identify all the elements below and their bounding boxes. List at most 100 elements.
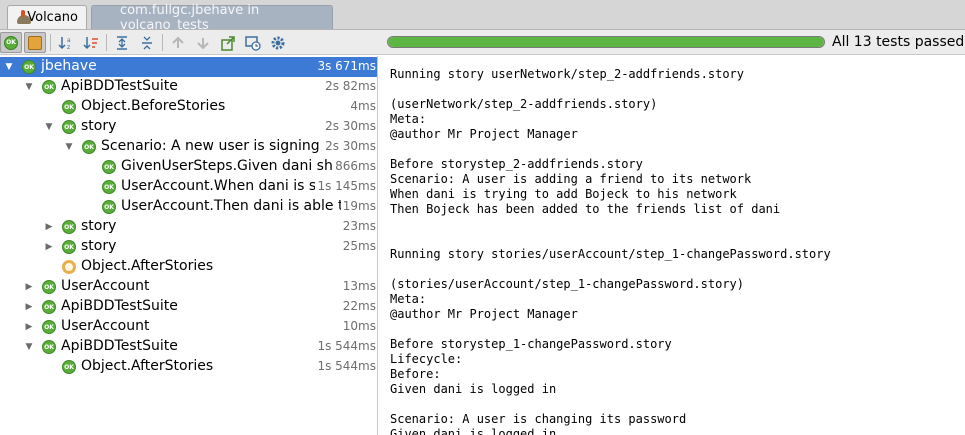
- chevron-right-icon[interactable]: ▶: [44, 217, 54, 237]
- show-passed-button[interactable]: OK: [0, 32, 22, 53]
- tree-row[interactable]: ▼ OK jbehave 3s 671ms: [0, 57, 377, 77]
- console-line: @author Mr Project Manager: [390, 307, 578, 321]
- import-results-button[interactable]: [242, 32, 264, 53]
- tool-window-tab-bar: Volcano com.fullgc.jbehave in volcano_te…: [0, 0, 965, 33]
- test-passed-icon: OK: [42, 80, 56, 94]
- console-line: Given dani is logged in: [390, 427, 557, 435]
- tree-row[interactable]: ▼ OK Scenario: A new user is signing up 2s …: [0, 137, 377, 157]
- tree-row[interactable]: ▶ OK ApiBDDTestSuite 22ms: [0, 297, 377, 317]
- next-failed-button[interactable]: [192, 32, 214, 53]
- tab-volcano[interactable]: Volcano: [7, 5, 87, 29]
- test-passed-icon: OK: [42, 320, 56, 334]
- console-output[interactable]: Running story userNetwork/step_2-addfrie…: [390, 67, 965, 435]
- sort-alpha-icon: az: [58, 36, 71, 51]
- test-passed-icon: OK: [62, 120, 76, 134]
- tree-row[interactable]: OK Object.BeforeStories 4ms: [0, 97, 377, 117]
- console-line: Before storystep_1-changePassword.story: [390, 337, 672, 351]
- tree-row[interactable]: Object.AfterStories: [0, 257, 377, 277]
- chevron-down-icon[interactable]: ▼: [24, 337, 34, 357]
- tree-row[interactable]: ▼ OK story 2s 30ms: [0, 117, 377, 137]
- tree-row[interactable]: OK UserAccount.When dani is sign 1s 145ms: [0, 177, 377, 197]
- tree-row[interactable]: ▶ OK UserAccount 10ms: [0, 317, 377, 337]
- toolbar-separator: [162, 34, 163, 51]
- console-line: Running story userNetwork/step_2-addfrie…: [390, 67, 745, 81]
- console-line: Then Bojeck has been added to the friend…: [390, 202, 781, 216]
- svg-text:z: z: [67, 44, 70, 51]
- chevron-down-icon[interactable]: ▼: [64, 137, 74, 157]
- arrow-up-icon: [172, 36, 184, 48]
- console-line: Meta:: [390, 292, 427, 306]
- test-passed-icon: OK: [102, 180, 116, 194]
- export-icon: [221, 35, 235, 51]
- chevron-down-icon[interactable]: ▼: [44, 117, 54, 137]
- test-passed-icon: OK: [62, 100, 76, 114]
- tree-row[interactable]: ▼ OK ApiBDDTestSuite 2s 82ms: [0, 77, 377, 97]
- sort-by-duration-button[interactable]: [80, 32, 102, 53]
- ignored-icon: [28, 35, 42, 50]
- tree-row[interactable]: OK UserAccount.Then dani is able to 19ms: [0, 197, 377, 217]
- chevron-down-icon[interactable]: ▼: [4, 57, 14, 77]
- tree-row-label: UserAccount.When dani is sign: [121, 178, 338, 194]
- toolbar-separator: [50, 34, 51, 51]
- test-runner-toolbar: OK az All 13 tests passed -: [0, 30, 965, 55]
- expand-all-button[interactable]: [111, 32, 133, 53]
- settings-button[interactable]: [267, 32, 289, 53]
- tree-row-duration: 10ms: [340, 319, 376, 333]
- passed-icon: OK: [4, 35, 18, 50]
- test-passed-icon: OK: [62, 360, 76, 374]
- test-passed-icon: OK: [102, 160, 116, 174]
- tree-row[interactable]: OK Object.AfterStories 1s 544ms: [0, 357, 377, 377]
- console-line: (userNetwork/step_2-addfriends.story): [390, 97, 658, 111]
- console-line: Meta:: [390, 112, 427, 126]
- export-results-button[interactable]: [217, 32, 239, 53]
- tree-row[interactable]: ▶ OK story 23ms: [0, 217, 377, 237]
- test-pending-icon: [62, 260, 76, 274]
- previous-failed-button[interactable]: [167, 32, 189, 53]
- tree-row-duration: 2s 82ms: [323, 79, 376, 93]
- tab-run-configuration[interactable]: com.fullgc.jbehave in volcano_tests: [91, 3, 333, 33]
- chevron-right-icon[interactable]: ▶: [24, 317, 34, 337]
- tree-row[interactable]: ▼ OK ApiBDDTestSuite 1s 544ms: [0, 337, 377, 357]
- console-line: Given dani is logged in: [390, 382, 557, 396]
- chevron-right-icon[interactable]: ▶: [24, 277, 34, 297]
- tab-run-configuration-label: com.fullgc.jbehave in volcano_tests: [120, 2, 260, 33]
- tree-row-duration: 866ms: [333, 159, 376, 173]
- console-line: Scenario: A user is adding a friend to i…: [390, 172, 752, 186]
- tree-row[interactable]: ▶ OK story 25ms: [0, 237, 377, 257]
- tree-row-duration: 23ms: [340, 219, 376, 233]
- tree-row[interactable]: OK GivenUserSteps.Given dani sho 866ms: [0, 157, 377, 177]
- collapse-all-icon: [142, 36, 152, 49]
- collapse-all-button[interactable]: [136, 32, 158, 53]
- tree-row-duration: 2s 30ms: [323, 119, 376, 133]
- sort-duration-icon: [83, 36, 98, 49]
- console-line: Running story stories/userAccount/step_1…: [390, 247, 831, 261]
- test-passed-icon: OK: [82, 140, 96, 154]
- tree-row-label: Object.AfterStories: [81, 258, 214, 274]
- chevron-down-icon[interactable]: ▼: [24, 77, 34, 97]
- tree-row-label: story: [81, 218, 117, 234]
- tree-row-label: UserAccount.Then dani is able to: [121, 198, 353, 214]
- tree-row-duration: 3s 671ms: [315, 59, 376, 73]
- tree-row[interactable]: ▶ OK UserAccount 13ms: [0, 277, 377, 297]
- console-line: Before:: [390, 367, 441, 381]
- sort-alphabetically-button[interactable]: az: [55, 32, 77, 53]
- tree-row-duration: 25ms: [340, 239, 376, 253]
- tree-row-label: UserAccount: [61, 278, 150, 294]
- tree-row-label: jbehave: [41, 58, 97, 74]
- chevron-right-icon[interactable]: ▶: [44, 237, 54, 257]
- show-ignored-button[interactable]: [24, 32, 46, 53]
- tree-row-duration: 1s 544ms: [315, 359, 376, 373]
- test-passed-icon: OK: [42, 280, 56, 294]
- tree-row-duration: 4ms: [348, 99, 376, 113]
- chevron-right-icon[interactable]: ▶: [24, 297, 34, 317]
- tree-row-label: ApiBDDTestSuite: [61, 298, 178, 314]
- test-results-tree[interactable]: ▼ OK jbehave 3s 671ms ▼ OK ApiBDDTestSuite 2s 8…: [0, 56, 378, 435]
- tree-row-label: ApiBDDTestSuite: [61, 78, 178, 94]
- test-progress-bar: [387, 36, 825, 48]
